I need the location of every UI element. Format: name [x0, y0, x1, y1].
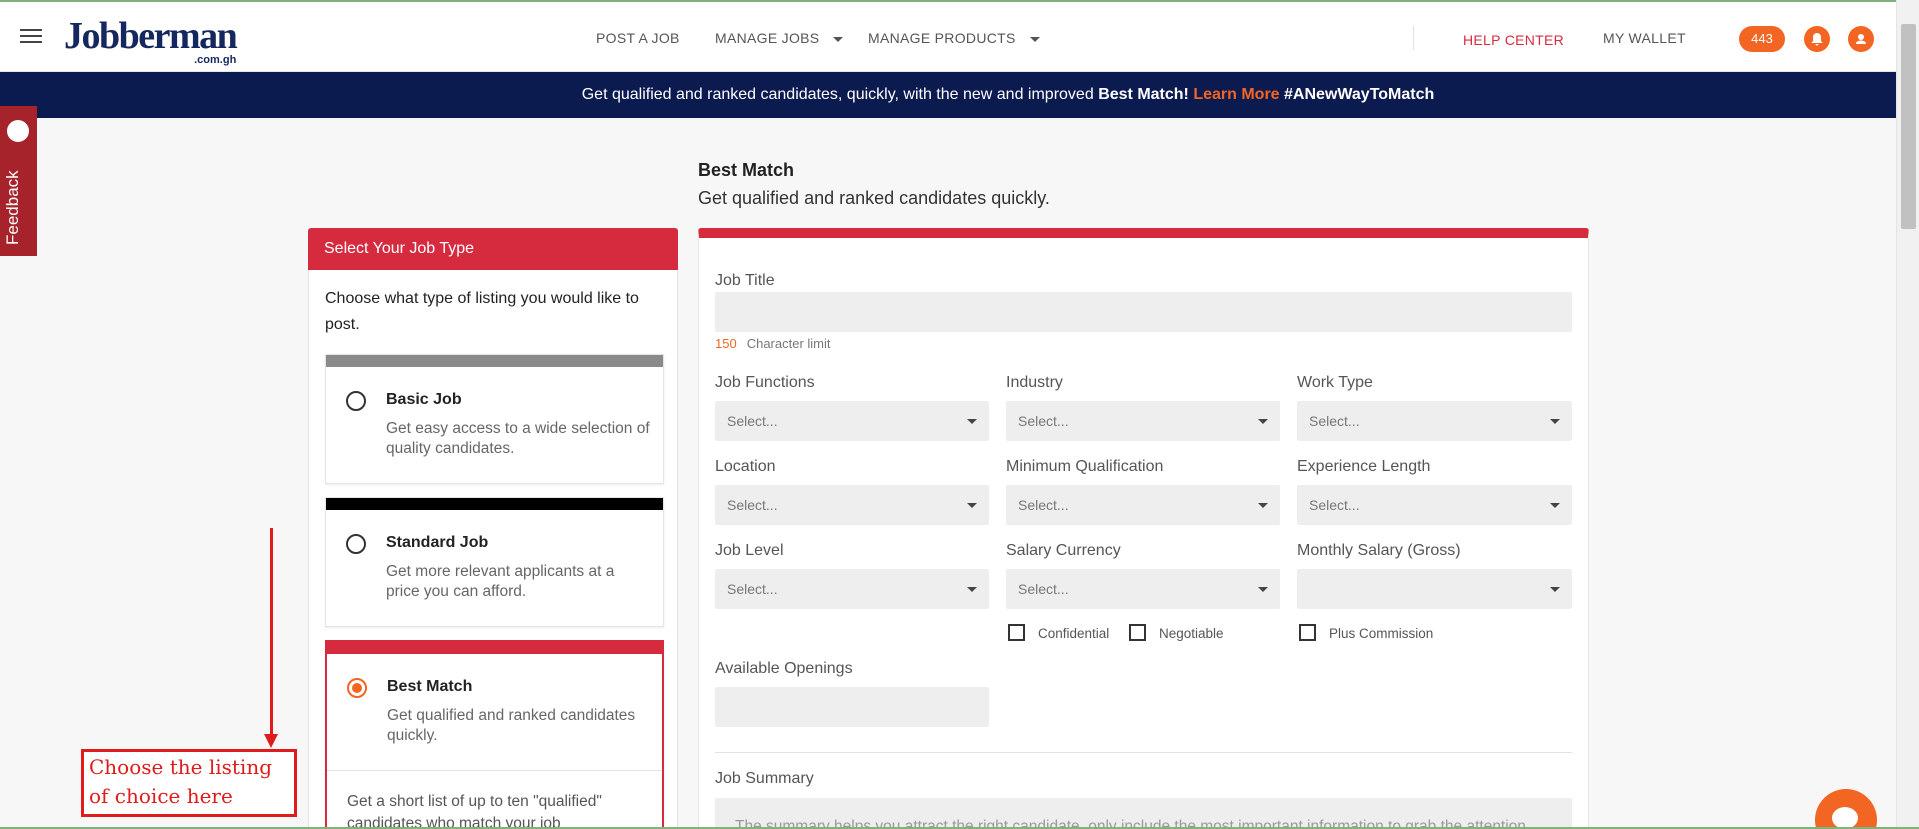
card-color-bar: [326, 355, 663, 367]
min-qualification-select[interactable]: Select...: [1006, 485, 1280, 525]
logo[interactable]: Jobberman .com.gh: [64, 15, 238, 66]
job-type-card-best-match[interactable]: Best Match Get qualified and ranked cand…: [325, 640, 664, 829]
available-openings-label: Available Openings: [715, 660, 853, 677]
learn-more-link[interactable]: Learn More: [1193, 86, 1279, 103]
annotation-arrow-head: [264, 734, 278, 748]
logo-text: Jobberman: [64, 15, 238, 57]
chevron-down-icon: [1029, 36, 1040, 42]
job-type-panel: Choose what type of listing you would li…: [308, 270, 678, 829]
annotation-arrow-line: [270, 528, 273, 738]
monthly-salary-select[interactable]: [1297, 569, 1572, 609]
char-limit-number: 150: [715, 336, 737, 351]
plus-commission-checkbox[interactable]: [1299, 624, 1316, 641]
scrollbar-thumb[interactable]: [1901, 24, 1916, 229]
promo-banner: Get qualified and ranked candidates, qui…: [0, 72, 1896, 118]
chat-icon[interactable]: [1815, 789, 1877, 829]
bell-icon[interactable]: [1804, 26, 1830, 52]
banner-text: Get qualified and ranked candidates, qui…: [581, 86, 1094, 103]
card-extra-best-match: Get a short list of up to ten "qualified…: [327, 770, 662, 829]
card-desc-best-match: Get qualified and ranked candidates quic…: [387, 707, 636, 744]
industry-label: Industry: [1006, 374, 1063, 391]
chevron-down-icon: [833, 36, 844, 42]
job-title-label: Job Title: [715, 272, 775, 289]
radio-standard-job[interactable]: [346, 534, 366, 554]
card-title-best-match: Best Match: [387, 678, 473, 695]
available-openings-input[interactable]: [715, 687, 989, 727]
job-level-select[interactable]: Select...: [715, 569, 989, 609]
card-title-basic: Basic Job: [386, 391, 462, 408]
nav-manage-jobs-label: MANAGE JOBS: [715, 30, 820, 46]
monthly-salary-label: Monthly Salary (Gross): [1297, 542, 1461, 559]
nav-post-a-job[interactable]: POST A JOB: [596, 30, 680, 46]
menu-icon[interactable]: [20, 29, 42, 45]
my-wallet-link[interactable]: MY WALLET: [1603, 30, 1686, 46]
job-functions-select[interactable]: Select...: [715, 401, 989, 441]
confidential-label: Confidential: [1038, 626, 1110, 641]
page-subtitle: Get qualified and ranked candidates quic…: [698, 188, 1050, 208]
logo-subtext: .com.gh: [194, 54, 237, 66]
form-divider: [715, 752, 1572, 753]
job-summary-label: Job Summary: [715, 770, 814, 787]
salary-currency-select[interactable]: Select...: [1006, 569, 1280, 609]
char-limit-text: Character limit: [746, 336, 831, 351]
radio-basic-job[interactable]: [346, 391, 366, 411]
banner-bold: Best Match!: [1098, 86, 1189, 103]
job-summary-textarea[interactable]: The summary helps you attract the right …: [715, 798, 1572, 829]
work-type-select[interactable]: Select...: [1297, 401, 1572, 441]
page-scrollbar[interactable]: [1896, 0, 1919, 829]
salary-currency-label: Salary Currency: [1006, 542, 1121, 559]
radio-best-match[interactable]: [347, 678, 367, 698]
location-label: Location: [715, 458, 776, 475]
nav-manage-products-label: MANAGE PRODUCTS: [868, 30, 1016, 46]
job-functions-label: Job Functions: [715, 374, 815, 391]
job-type-intro: Choose what type of listing you would li…: [325, 290, 639, 333]
banner-hashtag: #ANewWayToMatch: [1284, 86, 1435, 103]
job-type-card-basic[interactable]: Basic Job Get easy access to a wide sele…: [325, 354, 664, 484]
job-type-heading: Select Your Job Type: [308, 228, 678, 270]
help-center-link[interactable]: HELP CENTER: [1463, 32, 1564, 48]
user-avatar-icon[interactable]: [1848, 26, 1874, 52]
nav-divider: [1413, 26, 1414, 50]
job-level-label: Job Level: [715, 542, 784, 559]
wallet-count-badge[interactable]: 443: [1739, 26, 1785, 52]
job-type-card-standard[interactable]: Standard Job Get more relevant applicant…: [325, 497, 664, 627]
card-color-bar: [326, 498, 663, 510]
feedback-tab[interactable]: Feedback: [0, 106, 37, 256]
location-select[interactable]: Select...: [715, 485, 989, 525]
nav-manage-jobs[interactable]: MANAGE JOBS: [715, 30, 844, 46]
job-title-input[interactable]: [715, 292, 1572, 332]
industry-select[interactable]: Select...: [1006, 401, 1280, 441]
feedback-icon: [7, 120, 29, 142]
card-color-bar: [327, 642, 662, 654]
page-title: Best Match: [698, 160, 795, 180]
card-title-standard: Standard Job: [386, 534, 489, 551]
card-desc-basic: Get easy access to a wide selection of q…: [386, 420, 650, 457]
annotation-callout: Choose the listing of choice here: [81, 749, 297, 817]
min-qualification-label: Minimum Qualification: [1006, 458, 1164, 475]
work-type-label: Work Type: [1297, 374, 1373, 391]
negotiable-checkbox[interactable]: [1129, 624, 1146, 641]
experience-length-select[interactable]: Select...: [1297, 485, 1572, 525]
negotiable-label: Negotiable: [1159, 626, 1224, 641]
feedback-label: Feedback: [3, 170, 22, 245]
nav-manage-products[interactable]: MANAGE PRODUCTS: [868, 30, 1040, 46]
job-form: Job Title 150 Character limit Job Functio…: [698, 228, 1589, 829]
character-limit: 150 Character limit: [715, 336, 831, 351]
card-desc-standard: Get more relevant applicants at a price …: [386, 563, 615, 600]
top-navbar: Jobberman .com.gh POST A JOB MANAGE JOBS…: [0, 0, 1896, 72]
confidential-checkbox[interactable]: [1008, 624, 1025, 641]
experience-length-label: Experience Length: [1297, 458, 1431, 475]
plus-commission-label: Plus Commission: [1329, 626, 1434, 641]
